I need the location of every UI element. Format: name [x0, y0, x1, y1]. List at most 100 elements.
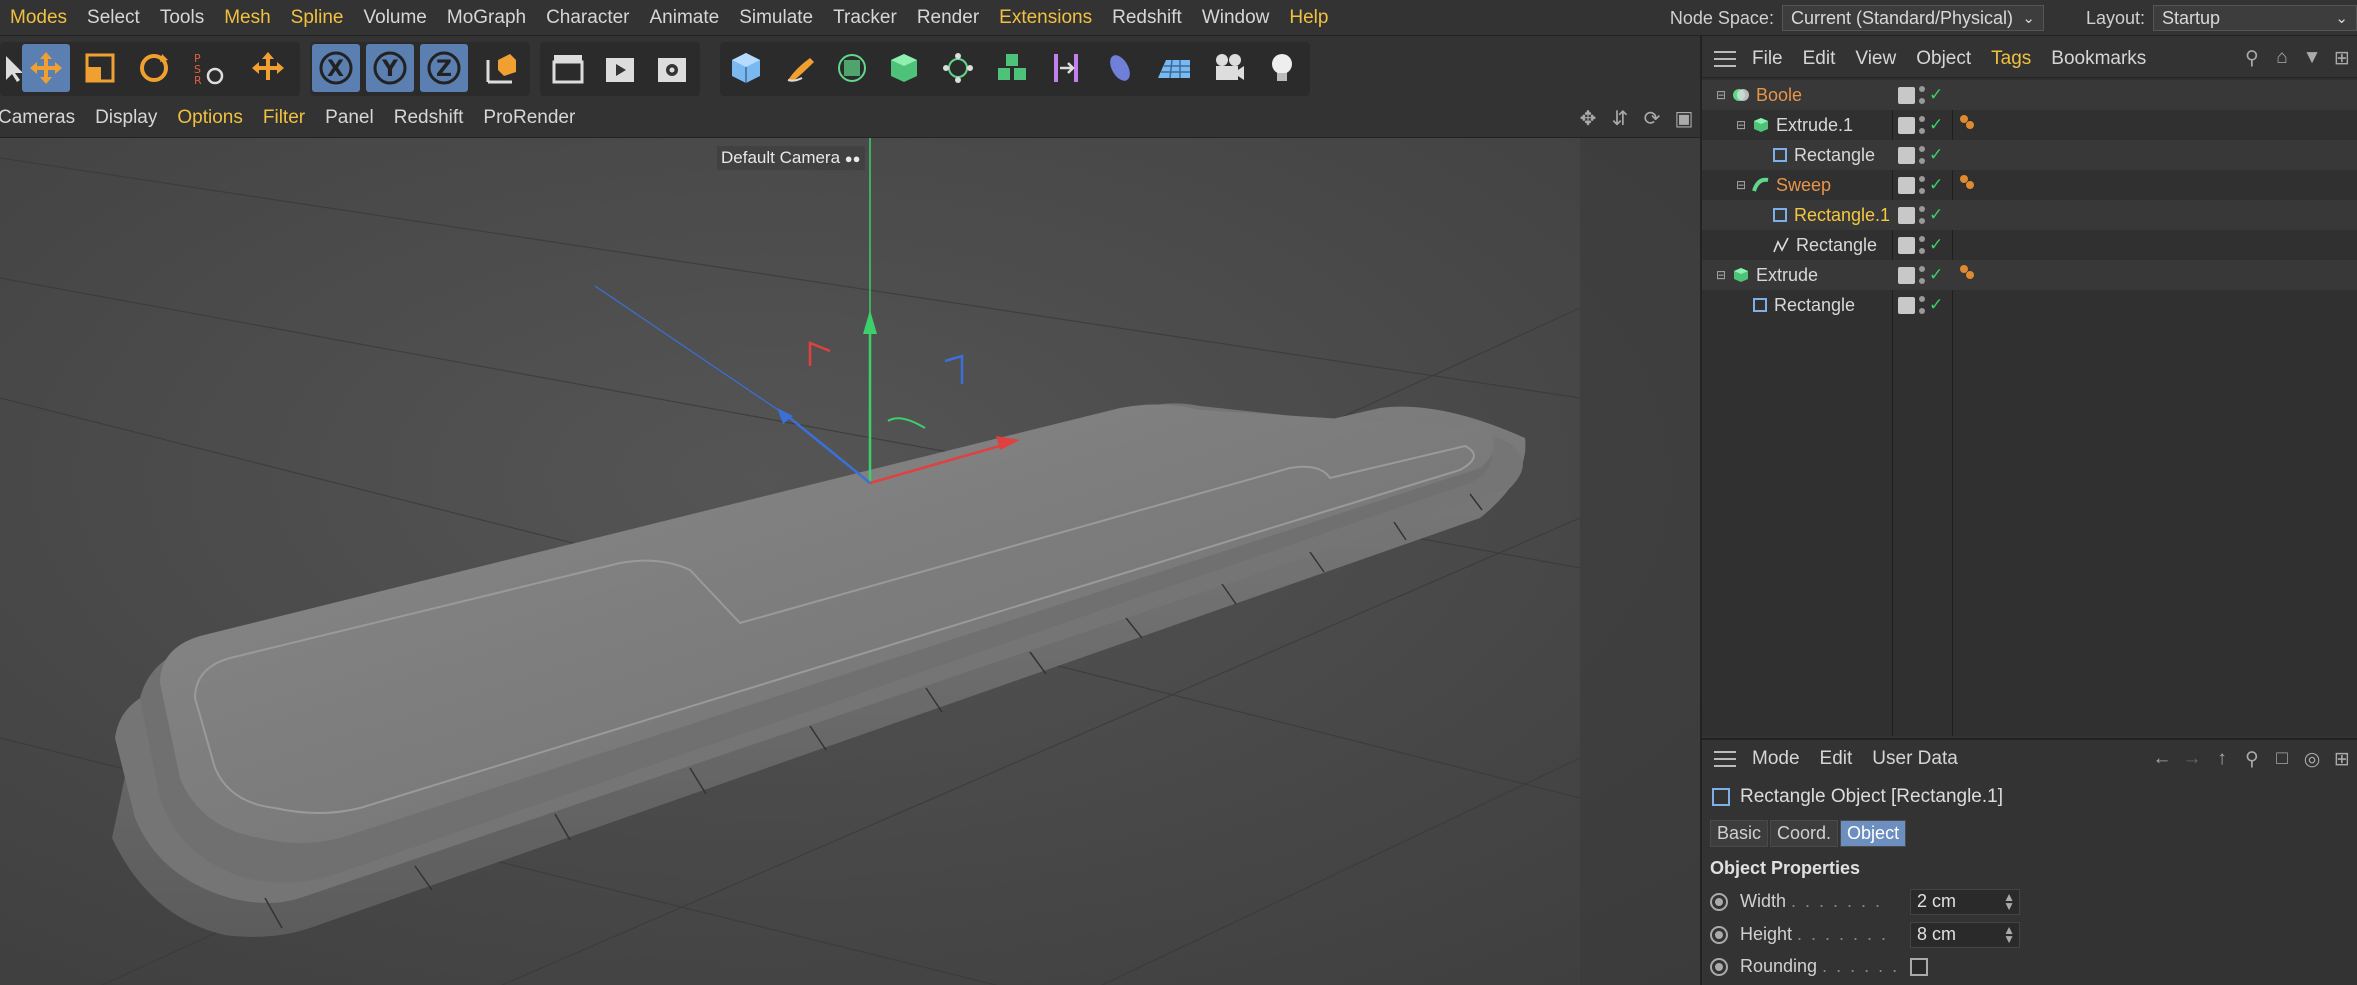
viewport-menu-redshift[interactable]: Redshift	[384, 107, 474, 129]
keyframe-icon[interactable]	[1710, 957, 1728, 976]
viewport-menu-cameras[interactable]: Cameras	[0, 107, 85, 129]
phong-tag-icon[interactable]	[1958, 263, 1978, 288]
enabled-check-icon[interactable]: ✓	[1929, 205, 1943, 225]
menu-spline[interactable]: Spline	[281, 7, 354, 29]
layer-icon[interactable]	[1898, 206, 1915, 224]
visibility-dots-icon[interactable]	[1919, 206, 1925, 224]
arrow-left-icon[interactable]: ←	[2151, 747, 2173, 771]
om-menu-edit[interactable]: Edit	[1793, 48, 1846, 70]
height-field[interactable]: 8 cm ▲ ▼	[1910, 921, 2020, 948]
menu-mode[interactable]: Mode	[1742, 748, 1810, 770]
scale-tool-button[interactable]	[76, 44, 124, 92]
tab-object[interactable]: Object	[1840, 820, 1907, 847]
layer-icon[interactable]	[1898, 146, 1915, 164]
spinner-icon[interactable]: ▲ ▼	[2003, 891, 2015, 912]
menu-modes[interactable]: Modes	[0, 7, 77, 29]
enabled-check-icon[interactable]: ✓	[1929, 265, 1943, 285]
hamburger-icon[interactable]	[1714, 751, 1736, 767]
cube-object-button[interactable]	[722, 44, 770, 92]
phong-tag-icon[interactable]	[1958, 173, 1978, 198]
keyframe-icon[interactable]	[1710, 892, 1728, 911]
expand-icon[interactable]: ⊟	[1716, 88, 1726, 102]
keyframe-icon[interactable]	[1710, 925, 1728, 944]
tab-coord[interactable]: Coord.	[1770, 820, 1839, 847]
coordinate-system-button[interactable]	[476, 44, 524, 92]
deformer-button[interactable]	[1042, 44, 1090, 92]
render-settings-button[interactable]	[648, 44, 696, 92]
menu-tools[interactable]: Tools	[150, 7, 214, 29]
om-menu-view[interactable]: View	[1845, 48, 1906, 70]
expand-icon[interactable]: ⊟	[1736, 178, 1746, 192]
viewport-menu-filter[interactable]: Filter	[253, 107, 315, 129]
psr-tool-button[interactable]: PSR	[184, 44, 232, 92]
lock-icon[interactable]: □	[2271, 747, 2293, 771]
field-button[interactable]	[1096, 44, 1144, 92]
render-view-button[interactable]	[596, 44, 644, 92]
object-row[interactable]: Rectangle.1 ✓	[1702, 200, 2357, 230]
phong-tag-icon[interactable]	[1958, 113, 1978, 138]
visibility-dots-icon[interactable]	[1919, 146, 1925, 164]
layer-icon[interactable]	[1898, 176, 1915, 194]
pan-icon[interactable]: ✥	[1576, 106, 1600, 130]
filter-icon[interactable]: ▼	[2301, 46, 2323, 70]
cloner-button[interactable]	[934, 44, 982, 92]
visibility-dots-icon[interactable]	[1919, 116, 1925, 134]
menu-select[interactable]: Select	[77, 7, 150, 29]
object-row[interactable]: Rectangle ✓	[1702, 140, 2357, 170]
menu-user-data[interactable]: User Data	[1862, 748, 1968, 770]
search-icon[interactable]: ⚲	[2241, 747, 2263, 771]
layer-icon[interactable]	[1898, 296, 1915, 314]
om-menu-tags[interactable]: Tags	[1981, 48, 2041, 70]
width-field[interactable]: 2 cm ▲ ▼	[1910, 888, 2020, 915]
spinner-icon[interactable]: ▲ ▼	[2003, 924, 2015, 945]
render-region-button[interactable]	[544, 44, 592, 92]
visibility-dots-icon[interactable]	[1919, 296, 1925, 314]
z-axis-lock-button[interactable]: Z	[420, 44, 468, 92]
enabled-check-icon[interactable]: ✓	[1929, 175, 1943, 195]
home-icon[interactable]: ⌂	[2271, 46, 2293, 70]
layer-icon[interactable]	[1898, 116, 1915, 134]
maximize-icon[interactable]: ▣	[1672, 106, 1696, 130]
camera-button[interactable]	[1204, 44, 1252, 92]
viewport-menu-options[interactable]: Options	[167, 107, 252, 129]
zoom-icon[interactable]: ⇵	[1608, 106, 1632, 130]
search-icon[interactable]: ⚲	[2241, 46, 2263, 70]
default-camera-label[interactable]: Default Camera ●●	[717, 146, 865, 170]
y-axis-lock-button[interactable]: Y	[366, 44, 414, 92]
layer-icon[interactable]	[1898, 266, 1915, 284]
menu-simulate[interactable]: Simulate	[729, 7, 823, 29]
menu-volume[interactable]: Volume	[354, 7, 437, 29]
om-menu-file[interactable]: File	[1742, 48, 1793, 70]
object-row[interactable]: Rectangle ✓	[1702, 230, 2357, 260]
node-space-dropdown[interactable]: Current (Standard/Physical) ⌄	[1781, 5, 2044, 31]
object-row[interactable]: ⊟ Sweep ✓	[1702, 170, 2357, 200]
rotate-tool-button[interactable]	[130, 44, 178, 92]
light-button[interactable]	[1258, 44, 1306, 92]
menu-render[interactable]: Render	[907, 7, 989, 29]
floor-button[interactable]	[1150, 44, 1198, 92]
object-row[interactable]: ⊟ Extrude.1 ✓	[1702, 110, 2357, 140]
enabled-check-icon[interactable]: ✓	[1929, 145, 1943, 165]
viewport-menu-panel[interactable]: Panel	[315, 107, 384, 129]
menu-extensions[interactable]: Extensions	[989, 7, 1102, 29]
move-tool-button[interactable]	[22, 44, 70, 92]
transform-tool-button[interactable]	[244, 44, 292, 92]
visibility-dots-icon[interactable]	[1919, 266, 1925, 284]
viewport-menu-prorender[interactable]: ProRender	[473, 107, 585, 129]
layer-icon[interactable]	[1898, 86, 1915, 104]
rounding-checkbox[interactable]	[1910, 957, 1928, 976]
menu-help[interactable]: Help	[1279, 7, 1338, 29]
enabled-check-icon[interactable]: ✓	[1929, 115, 1943, 135]
add-icon[interactable]: ⊞	[2331, 747, 2353, 771]
om-menu-bookmarks[interactable]: Bookmarks	[2041, 48, 2156, 70]
menu-mograph[interactable]: MoGraph	[437, 7, 536, 29]
hamburger-icon[interactable]	[1714, 50, 1736, 67]
enabled-check-icon[interactable]: ✓	[1929, 295, 1943, 315]
enabled-check-icon[interactable]: ✓	[1929, 235, 1943, 255]
visibility-dots-icon[interactable]	[1919, 176, 1925, 194]
x-axis-lock-button[interactable]: X	[312, 44, 360, 92]
layout-dropdown[interactable]: Startup ⌄	[2153, 5, 2357, 31]
extrude-generator-button[interactable]	[880, 44, 928, 92]
expand-icon[interactable]: ⊟	[1736, 118, 1746, 132]
orbit-icon[interactable]: ⟳	[1640, 106, 1664, 130]
